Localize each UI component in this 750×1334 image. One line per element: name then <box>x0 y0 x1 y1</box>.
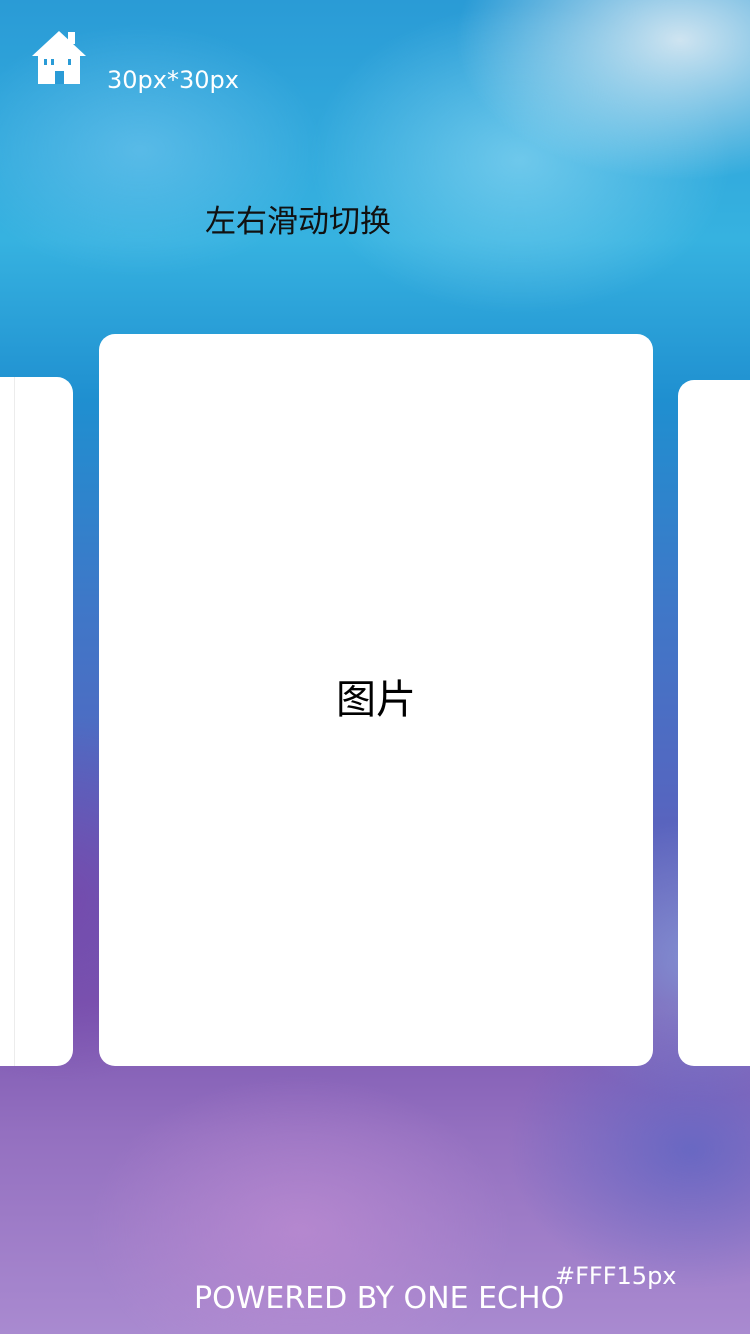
image-placeholder-label: 图片 <box>336 677 416 723</box>
carousel-card-previous[interactable] <box>0 377 73 1066</box>
swipe-hint: 左右滑动切换 <box>205 204 391 240</box>
carousel-card-next[interactable] <box>678 380 750 1066</box>
home-icon-graphic <box>32 31 86 84</box>
carousel-card-current[interactable]: 图片 <box>99 334 653 1066</box>
footer-style-note: #FFF15px <box>555 1262 677 1290</box>
powered-by-footer: POWERED BY ONE ECHO <box>194 1281 565 1316</box>
icon-size-label: 30px*30px <box>107 66 239 94</box>
home-icon[interactable] <box>30 28 88 86</box>
